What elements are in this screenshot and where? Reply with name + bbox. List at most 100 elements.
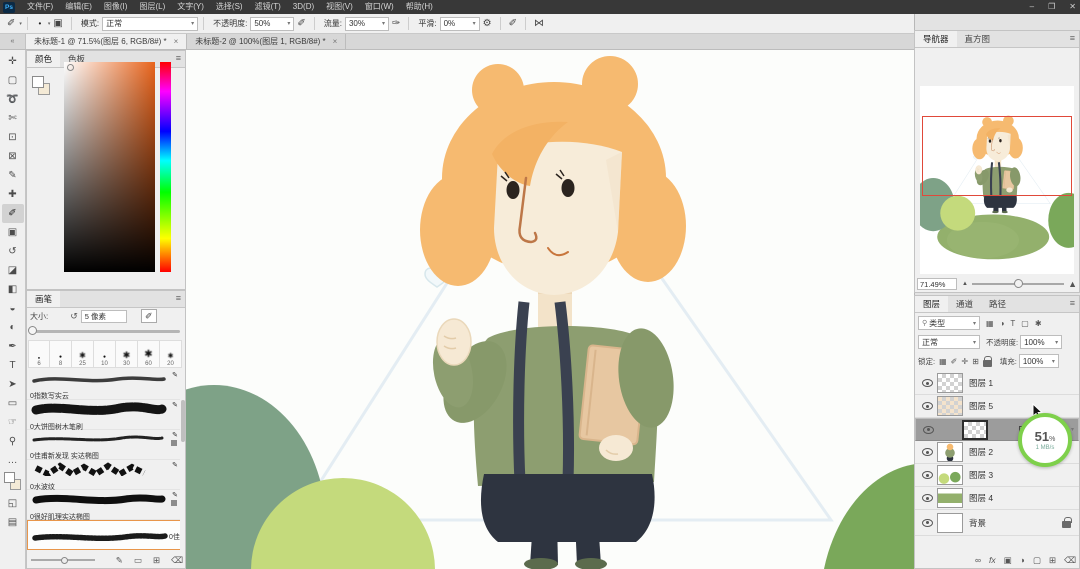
hand-tool-icon[interactable]: ☞ xyxy=(2,413,24,432)
foreground-color-swatch[interactable] xyxy=(32,76,44,88)
layer-thumbnail[interactable] xyxy=(937,488,963,508)
visibility-toggle[interactable] xyxy=(919,448,935,456)
brush-preset-row[interactable]: ✎ 0大饼图树木笔刷 xyxy=(27,400,180,431)
panel-menu-icon[interactable]: ≡ xyxy=(176,293,181,303)
foreground-color-swatch[interactable] xyxy=(3,472,15,483)
new-group-icon[interactable]: ▭ xyxy=(134,555,142,566)
screen-mode-icon[interactable]: ▤ xyxy=(2,513,24,532)
pen-tool-icon[interactable]: ✒ xyxy=(2,337,24,356)
frame-tool-icon[interactable]: ⊠ xyxy=(2,147,24,166)
tab-brushes[interactable]: 画笔 xyxy=(27,291,61,307)
layer-blend-mode-select[interactable]: 正常 xyxy=(918,335,980,349)
visibility-toggle[interactable] xyxy=(919,494,935,502)
brush-tip[interactable]: ● 8 xyxy=(50,340,72,368)
layer-thumbnail[interactable] xyxy=(937,373,963,393)
color-cursor[interactable] xyxy=(67,64,74,71)
lock-artboard-icon[interactable]: ⊞ xyxy=(972,357,979,366)
menu-view[interactable]: 视图(V) xyxy=(320,0,359,14)
hue-slider[interactable] xyxy=(160,62,171,272)
brush-preset-row[interactable]: ✎ 0指数写实云 xyxy=(27,370,180,400)
layer-thumbnail[interactable] xyxy=(937,442,963,462)
brush-preset-picker[interactable]: • xyxy=(33,19,47,28)
lock-all-icon[interactable] xyxy=(982,355,993,367)
size-pressure-icon[interactable]: ✐ xyxy=(506,18,520,29)
path-selection-tool-icon[interactable]: ➤ xyxy=(2,375,24,394)
visibility-toggle[interactable] xyxy=(920,425,936,434)
filter-pixel-icon[interactable]: ▦ xyxy=(986,319,994,328)
stroke-preview-slider-thumb[interactable] xyxy=(61,556,68,564)
filter-smart-object-icon[interactable]: ✱ xyxy=(1035,319,1042,328)
history-brush-tool-icon[interactable]: ↺ xyxy=(2,242,24,261)
menu-window[interactable]: 窗口(W) xyxy=(359,0,400,14)
layer-filter-select[interactable]: ⚲ 类型 xyxy=(918,316,980,330)
color-gradient-field[interactable] xyxy=(64,62,155,272)
new-layer-icon[interactable]: ⊞ xyxy=(1049,555,1056,566)
tab-histogram[interactable]: 直方图 xyxy=(957,31,999,47)
visibility-toggle[interactable] xyxy=(919,379,935,387)
menu-edit[interactable]: 编辑(E) xyxy=(59,0,98,14)
navigator-zoom-value[interactable]: 71.49% xyxy=(917,278,957,290)
filter-type-icon[interactable]: T xyxy=(1010,319,1015,328)
visibility-toggle[interactable] xyxy=(919,471,935,479)
layer-row[interactable]: 图层 1 xyxy=(915,372,1079,395)
link-layers-icon[interactable]: ∞ xyxy=(975,555,981,565)
layer-fill-select[interactable]: 100% xyxy=(1018,354,1059,368)
chevron-down-icon[interactable]: ▾ xyxy=(19,21,22,27)
zoom-out-icon[interactable]: ▲ xyxy=(962,281,968,287)
layer-effects-icon[interactable]: fx xyxy=(989,555,996,565)
minimize-button[interactable]: – xyxy=(1030,0,1034,14)
collapse-panels-icon[interactable]: « xyxy=(0,34,26,49)
crop-tool-icon[interactable]: ⊡ xyxy=(2,128,24,147)
menu-help[interactable]: 帮助(H) xyxy=(400,0,439,14)
edit-toolbar-icon[interactable]: … xyxy=(2,451,24,470)
brush-tip[interactable]: ✱ 60 xyxy=(138,340,160,368)
tab-navigator[interactable]: 导航器 xyxy=(915,31,957,47)
zoom-tool-icon[interactable]: ⚲ xyxy=(2,432,24,451)
canvas[interactable] xyxy=(186,50,914,569)
gradient-tool-icon[interactable]: ◧ xyxy=(2,280,24,299)
foreground-background-swatches[interactable] xyxy=(2,471,24,493)
dodge-tool-icon[interactable]: ◐ xyxy=(2,318,24,337)
zoom-in-icon[interactable]: ▲ xyxy=(1068,279,1077,289)
navigator-view-rectangle[interactable] xyxy=(922,116,1072,196)
lasso-tool-icon[interactable]: ➰ xyxy=(2,90,24,109)
opacity-select[interactable]: 50% xyxy=(250,16,295,31)
document-tab-1[interactable]: 未标题-1 @ 71.5%(图层 6, RGB/8#) * × xyxy=(26,34,188,49)
brush-tip[interactable]: ● 10 xyxy=(94,340,116,368)
marquee-tool-icon[interactable]: ▢ xyxy=(2,71,24,90)
adjustment-layer-icon[interactable]: ◑ xyxy=(1020,555,1025,565)
lock-paint-icon[interactable]: ✐ xyxy=(951,357,958,366)
close-button[interactable]: ✕ xyxy=(1069,0,1076,14)
healing-brush-tool-icon[interactable]: ✚ xyxy=(2,185,24,204)
lock-position-icon[interactable]: ✛ xyxy=(961,357,968,366)
layer-row[interactable]: 图层 3 xyxy=(915,464,1079,487)
airbrush-icon[interactable]: ✑ xyxy=(389,18,403,29)
brush-tool-icon[interactable]: ✐ xyxy=(4,18,18,29)
brush-preset-row[interactable]: ✎ 0佳甫新发现 实达椭图 xyxy=(27,430,180,460)
close-tab-icon[interactable]: × xyxy=(333,37,338,46)
panel-menu-icon[interactable]: ≡ xyxy=(1070,298,1075,308)
layer-thumbnail[interactable] xyxy=(937,512,963,533)
delete-layer-icon[interactable]: ⌫ xyxy=(1064,555,1076,566)
eyedropper-tool-icon[interactable]: ✎ xyxy=(2,166,24,185)
eraser-tool-icon[interactable]: ◪ xyxy=(2,261,24,280)
layer-row-background[interactable]: 背景 xyxy=(915,510,1079,536)
close-tab-icon[interactable]: × xyxy=(174,37,179,46)
menu-filter[interactable]: 滤镜(T) xyxy=(249,0,287,14)
symmetry-icon[interactable]: ⋈ xyxy=(531,18,547,29)
menu-type[interactable]: 文字(Y) xyxy=(171,0,210,14)
layer-thumbnail[interactable] xyxy=(937,396,963,416)
brush-preset-row[interactable]: ✎ 0很好肌理实达椭图 xyxy=(27,490,180,521)
tab-layers[interactable]: 图层 xyxy=(915,296,949,312)
restore-button[interactable]: ❐ xyxy=(1048,0,1055,14)
menu-image[interactable]: 图像(I) xyxy=(98,0,134,14)
smoothing-settings-icon[interactable]: ⚙ xyxy=(480,18,495,29)
brush-size-value[interactable]: 5 像素 xyxy=(80,309,127,323)
lock-transparency-icon[interactable]: ▦ xyxy=(939,357,947,366)
scrollbar-thumb[interactable] xyxy=(181,400,185,442)
blend-mode-select[interactable]: 正常 xyxy=(102,16,199,31)
color-panel-swatches[interactable] xyxy=(31,75,53,97)
brush-tip[interactable]: ✱ 20 xyxy=(160,340,182,368)
panel-menu-icon[interactable]: ≡ xyxy=(1070,33,1075,43)
layer-thumbnail[interactable] xyxy=(962,419,989,440)
